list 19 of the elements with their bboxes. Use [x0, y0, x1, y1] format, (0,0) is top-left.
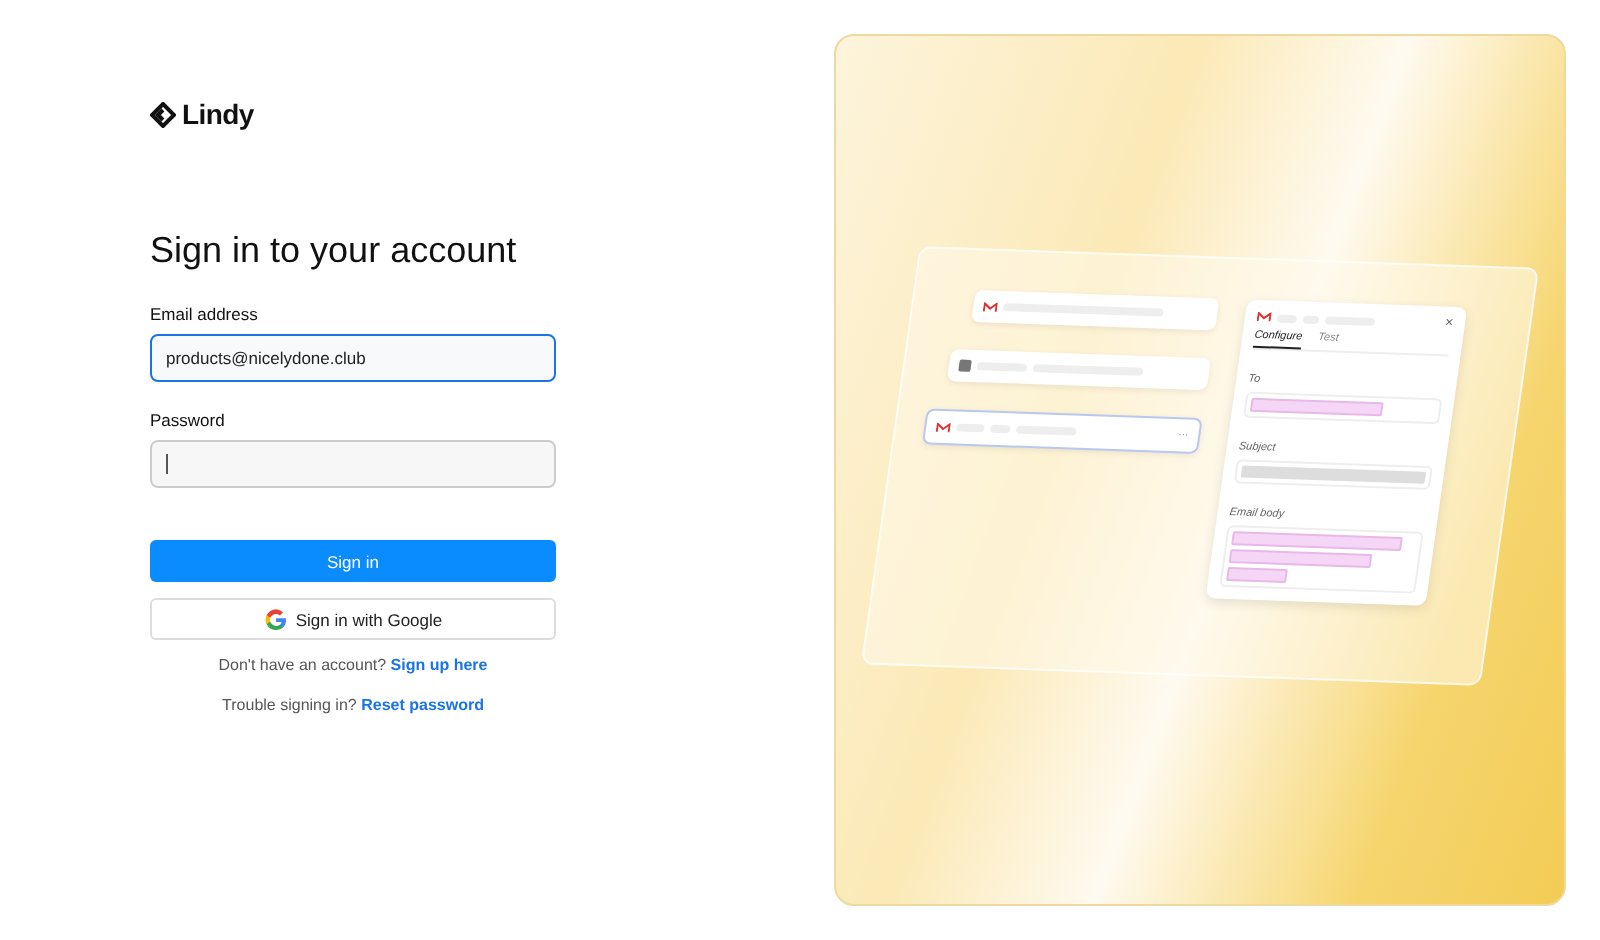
field-label: Email address	[150, 304, 260, 324]
field-label: Password	[150, 410, 227, 430]
signup-prompt: Don't have an account?	[218, 656, 387, 674]
mail-icon	[982, 301, 999, 312]
email-field[interactable]: products@nicelydone.club	[150, 334, 556, 382]
logo-text: Lindy	[182, 98, 254, 130]
diamond-logo-icon	[150, 101, 176, 127]
google-sign-in-button[interactable]: Sign in with Google	[150, 598, 556, 640]
reset-password-link[interactable]: Reset password	[361, 696, 484, 714]
page-heading: Sign in to your account	[150, 230, 519, 272]
sign-up-link[interactable]: Sign up here	[390, 656, 488, 674]
sign-in-button[interactable]: Sign in	[150, 540, 556, 582]
password-field[interactable]	[150, 440, 556, 488]
google-logo-icon	[263, 607, 288, 631]
trouble-prompt: Trouble signing in?	[222, 696, 357, 714]
square-icon	[958, 359, 972, 372]
mail-icon	[1256, 311, 1272, 323]
mail-icon	[935, 421, 952, 433]
variable-chip	[1249, 397, 1385, 417]
